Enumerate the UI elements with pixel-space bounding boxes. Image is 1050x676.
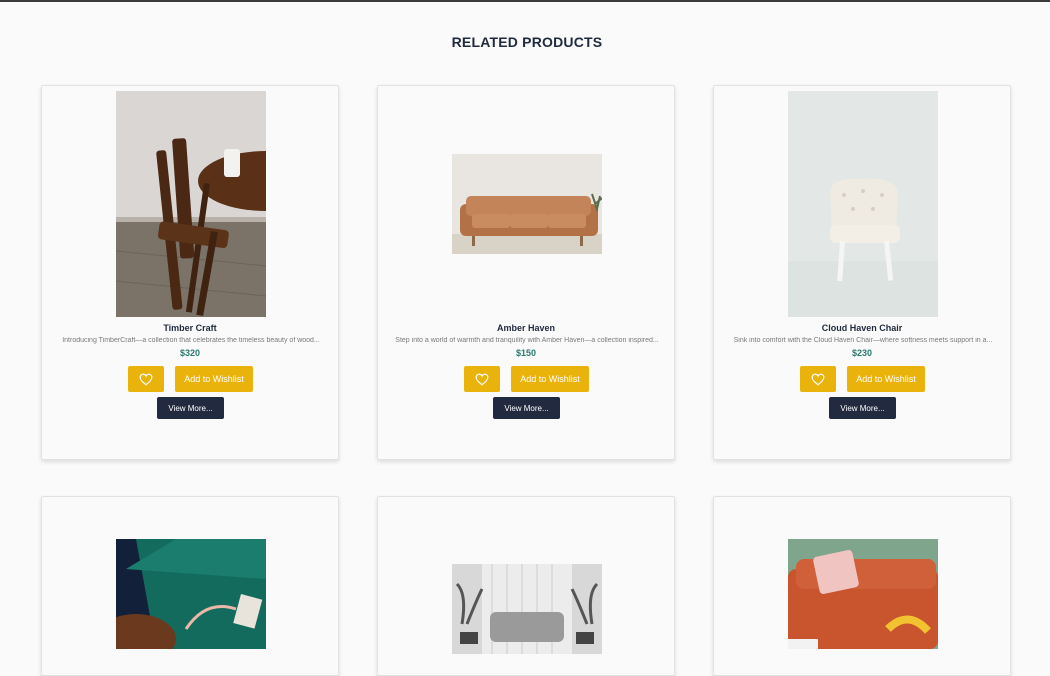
product-price: $150 — [515, 348, 537, 358]
product-image[interactable] — [452, 154, 602, 254]
product-image[interactable] — [116, 91, 266, 317]
product-image-area — [378, 89, 674, 315]
product-image[interactable] — [788, 91, 938, 317]
product-image[interactable] — [116, 539, 266, 649]
product-card — [41, 496, 339, 676]
product-name[interactable]: Cloud Haven Chair — [714, 323, 1010, 333]
product-card: Amber Haven Step into a world of warmth … — [377, 85, 675, 460]
wishlist-heart-button[interactable] — [464, 366, 500, 392]
product-name[interactable]: Timber Craft — [42, 323, 338, 333]
product-description: Introducing TimberCraft—a collection tha… — [62, 337, 320, 344]
heart-icon — [811, 373, 825, 386]
product-image-area — [42, 89, 338, 317]
product-image-area — [714, 89, 1010, 317]
product-price: $320 — [179, 348, 201, 358]
add-to-wishlist-button[interactable]: Add to Wishlist — [847, 366, 925, 392]
product-card: Timber Craft Introducing TimberCraft—a c… — [41, 85, 339, 460]
product-description: Sink into comfort with the Cloud Haven C… — [733, 337, 993, 344]
add-to-wishlist-button[interactable]: Add to Wishlist — [175, 366, 253, 392]
heart-icon — [139, 373, 153, 386]
add-to-wishlist-button[interactable]: Add to Wishlist — [511, 366, 589, 392]
product-name[interactable]: Amber Haven — [378, 323, 674, 333]
section-title: RELATED PRODUCTS — [451, 34, 603, 50]
product-price: $230 — [851, 348, 873, 358]
view-more-button[interactable]: View More... — [493, 397, 560, 419]
wishlist-heart-button[interactable] — [128, 366, 164, 392]
view-more-button[interactable]: View More... — [829, 397, 896, 419]
product-image[interactable] — [788, 539, 938, 649]
product-card — [377, 496, 675, 676]
product-card: Cloud Haven Chair Sink into comfort with… — [713, 85, 1011, 460]
view-more-button[interactable]: View More... — [157, 397, 224, 419]
wishlist-heart-button[interactable] — [800, 366, 836, 392]
product-description: Step into a world of warmth and tranquil… — [395, 337, 659, 344]
product-card — [713, 496, 1011, 676]
heart-icon — [475, 373, 489, 386]
